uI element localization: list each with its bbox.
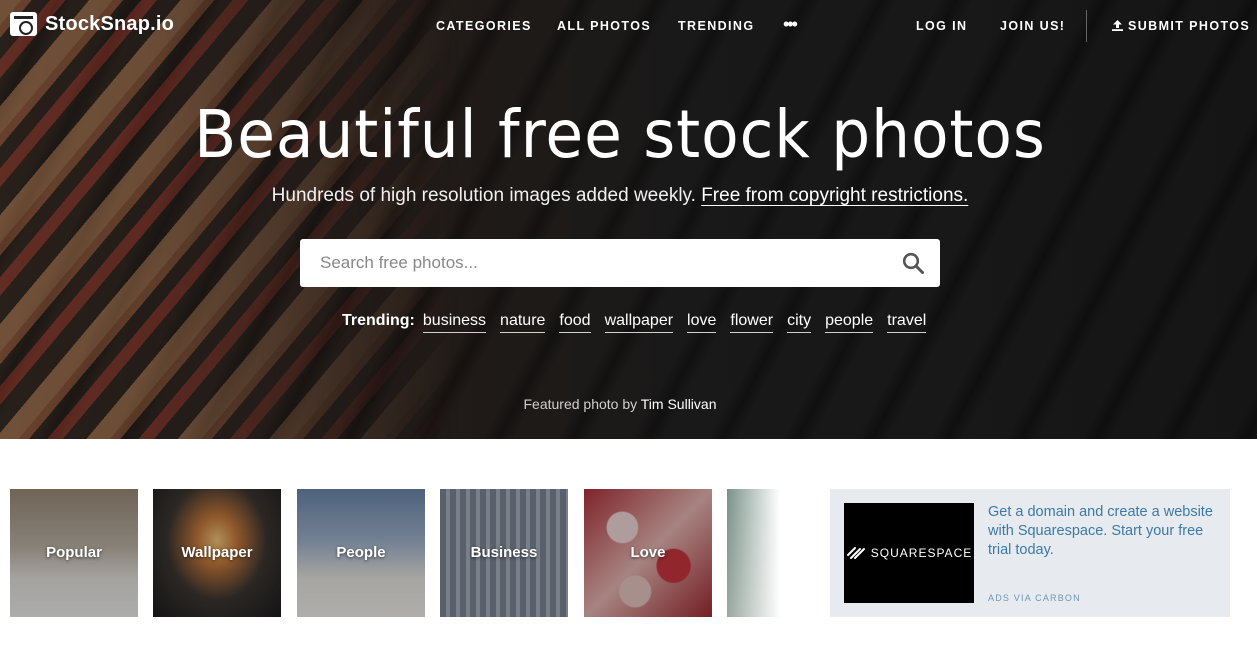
featured-photo-credit: Featured photo by Tim Sullivan — [0, 396, 1240, 412]
nav-join[interactable]: JOIN US! — [1000, 19, 1065, 33]
credit-author-link[interactable]: Tim Sullivan — [641, 396, 717, 412]
hero-subtitle-text: Hundreds of high resolution images added… — [271, 185, 696, 206]
camera-logo-icon — [10, 12, 37, 36]
squarespace-logo-icon — [846, 547, 865, 559]
ad-text-link[interactable]: Get a domain and create a website with S… — [988, 503, 1216, 560]
category-tile-popular[interactable]: Popular — [10, 489, 138, 617]
nav-trending[interactable]: TRENDING — [678, 19, 754, 33]
nav-more-menu[interactable]: ••• — [783, 14, 798, 35]
category-carousel: Popular Wallpaper People Business Love N — [10, 489, 780, 617]
trending-tag[interactable]: people — [825, 312, 874, 333]
category-tile-love[interactable]: Love — [584, 489, 712, 617]
trending-tag[interactable]: nature — [500, 312, 546, 333]
hero-subtitle: Hundreds of high resolution images added… — [0, 185, 1240, 207]
trending-tags: Trending: business nature food wallpaper… — [342, 312, 927, 333]
hero-title: Beautiful free stock photos — [194, 96, 1046, 173]
hero-banner — [0, 0, 1257, 439]
carbon-ad[interactable]: SQUARESPACE Get a domain and create a we… — [830, 489, 1230, 617]
logo-link[interactable]: StockSnap.io — [10, 12, 174, 36]
trending-tag[interactable]: food — [559, 312, 591, 333]
category-tile-people[interactable]: People — [297, 489, 425, 617]
nav-divider — [1086, 10, 1087, 42]
category-tile-business[interactable]: Business — [440, 489, 568, 617]
category-tile-wallpaper[interactable]: Wallpaper — [153, 489, 281, 617]
license-link[interactable]: Free from copyright restrictions. — [701, 185, 968, 206]
trending-tag[interactable]: travel — [887, 312, 927, 333]
trending-tag[interactable]: wallpaper — [604, 312, 674, 333]
upload-icon — [1112, 20, 1123, 31]
category-label: People — [336, 544, 386, 561]
trending-tag[interactable]: love — [687, 312, 717, 333]
squarespace-ad-image[interactable]: SQUARESPACE — [844, 503, 974, 603]
trending-tag[interactable]: city — [787, 312, 812, 333]
squarespace-wordmark: SQUARESPACE — [870, 546, 973, 560]
trending-tag[interactable]: business — [422, 312, 487, 333]
ads-via-carbon-link[interactable]: ADS VIA CARBON — [988, 593, 1081, 603]
trending-tag[interactable]: flower — [730, 312, 774, 333]
category-label: Popular — [46, 544, 102, 561]
credit-prefix: Featured photo by — [523, 396, 638, 412]
nav-all-photos[interactable]: ALL PHOTOS — [557, 19, 651, 33]
search-input[interactable] — [300, 239, 860, 287]
nav-categories[interactable]: CATEGORIES — [436, 19, 532, 33]
search-bar — [300, 239, 940, 287]
submit-photos-label: SUBMIT PHOTOS — [1128, 19, 1251, 33]
trending-label: Trending: — [342, 312, 415, 329]
category-label: Business — [470, 544, 538, 561]
nav-submit-photos[interactable]: SUBMIT PHOTOS — [1112, 19, 1250, 33]
logo-text: StockSnap.io — [45, 12, 175, 35]
search-icon[interactable] — [902, 252, 924, 274]
nav-login[interactable]: LOG IN — [916, 19, 967, 33]
category-label: Love — [630, 544, 666, 561]
category-label: Wallpaper — [181, 544, 253, 561]
